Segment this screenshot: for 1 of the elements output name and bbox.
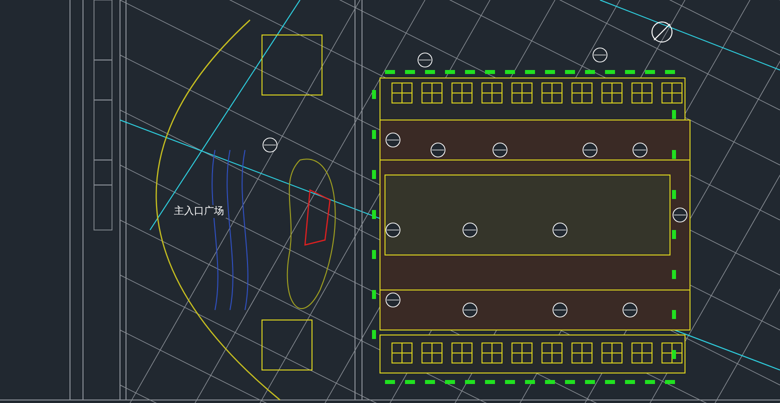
plan-label: 主入口广场 bbox=[172, 205, 226, 218]
